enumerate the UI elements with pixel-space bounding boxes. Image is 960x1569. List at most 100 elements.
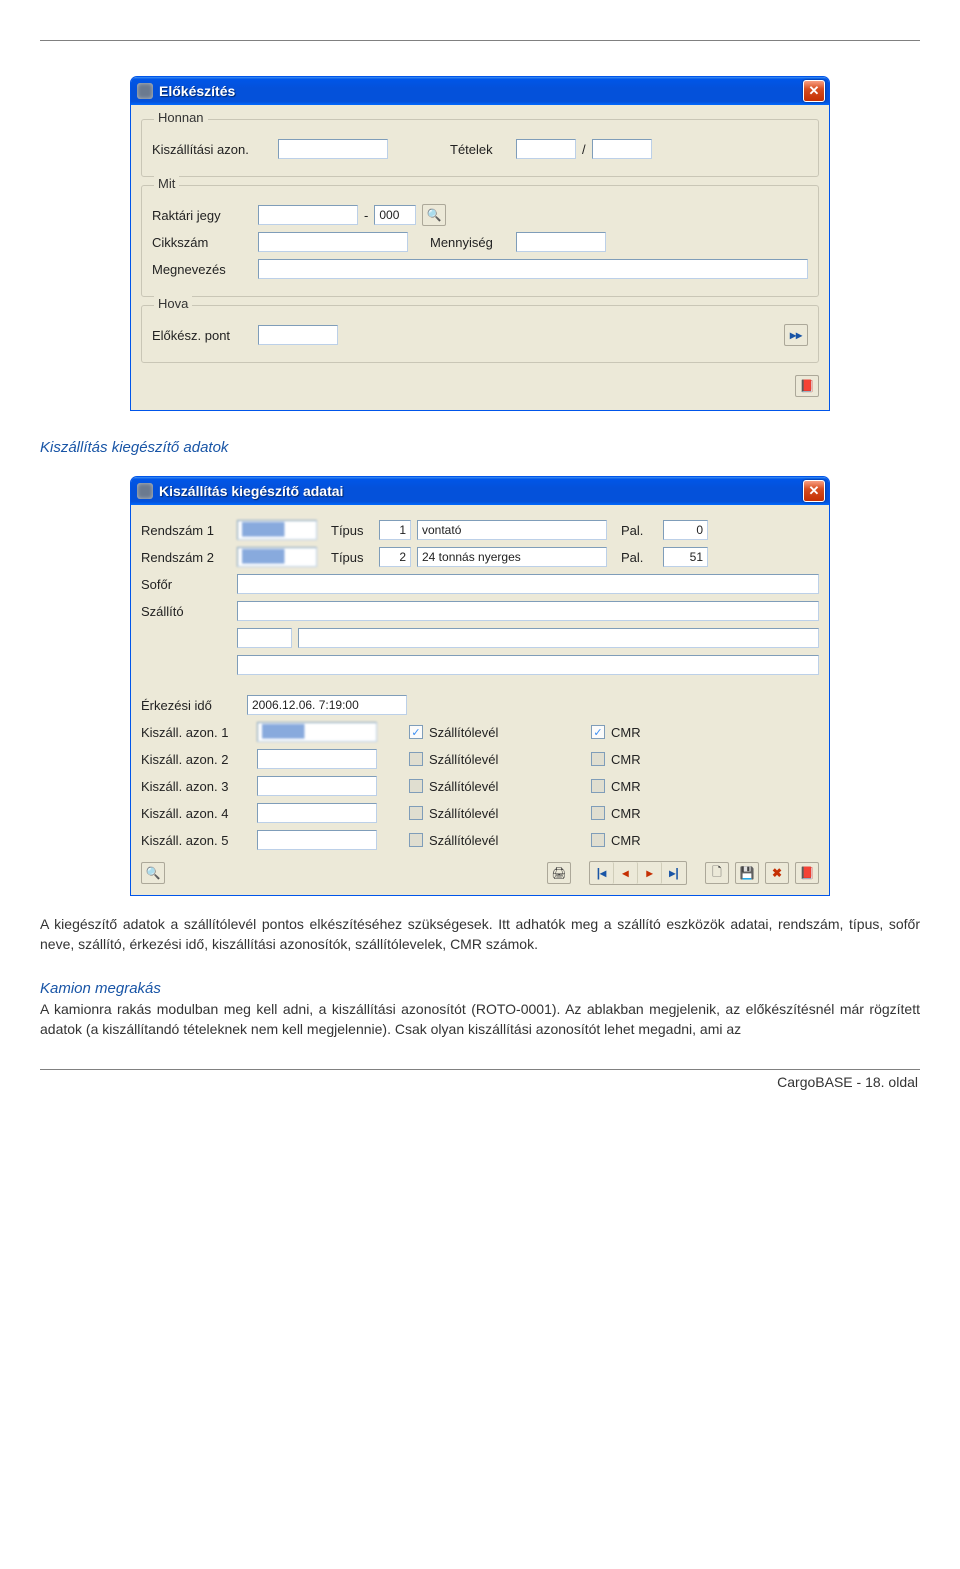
exit-button[interactable]: 📕 [795,375,819,397]
magnifier-icon: 🔍 [146,866,161,880]
tetelek-input-2[interactable] [592,139,652,159]
titlebar-kiegeszito: Kiszállítás kiegészítő adatai ✕ [131,477,829,505]
save-button[interactable]: 💾 [735,862,759,884]
kiszall1-input[interactable]: █████ [257,722,377,742]
sofor-label: Sofőr [141,577,231,592]
nav-next-button[interactable]: ▸ [638,862,662,884]
kiszall3-input[interactable] [257,776,377,796]
cmr4-checkbox[interactable] [591,806,605,820]
szallitolevel3-label: Szállítólevél [429,779,539,794]
cmr2-checkbox[interactable] [591,752,605,766]
szallitolevel1-checkbox[interactable]: ✓ [409,725,423,739]
cikkszam-label: Cikkszám [152,235,252,250]
cmr1-checkbox[interactable]: ✓ [591,725,605,739]
pal1-input[interactable] [663,520,708,540]
tipus2-label: Típus [331,550,373,565]
nav-first-button[interactable]: |◂ [590,862,614,884]
kiszall2-input[interactable] [257,749,377,769]
kiszall-azon-label: Kiszállítási azon. [152,142,272,157]
rendszam2-label: Rendszám 2 [141,550,231,565]
page-footer: CargoBASE - 18. oldal [40,1074,920,1110]
cmr1-label: CMR [611,725,641,740]
erkezesi-input[interactable] [247,695,407,715]
nav-prev-icon: ◂ [622,866,628,880]
szallitolevel5-checkbox[interactable] [409,833,423,847]
hova-group: Hova Előkész. pont ▸▸ [141,305,819,363]
kiszall3-label: Kiszáll. azon. 3 [141,779,251,794]
cmr2-label: CMR [611,752,641,767]
kiszall2-label: Kiszáll. azon. 2 [141,752,251,767]
kiszall4-label: Kiszáll. azon. 4 [141,806,251,821]
cikkszam-input[interactable] [258,232,408,252]
raktari-jegy-label: Raktári jegy [152,208,252,223]
print-button[interactable]: 🖨 [547,862,571,884]
szallito-input-3[interactable] [237,655,819,675]
szallitolevel4-checkbox[interactable] [409,806,423,820]
nav-last-button[interactable]: ▸| [662,862,686,884]
save-icon: 💾 [740,866,755,880]
pal1-label: Pal. [621,523,657,538]
szallito-input-2a[interactable] [237,628,292,648]
kiszall5-input[interactable] [257,830,377,850]
close-button[interactable]: ✕ [803,80,825,102]
raktari-jegy-input-2[interactable] [374,205,416,225]
nav-next-icon: ▸ [646,866,652,880]
forward-button[interactable]: ▸▸ [784,324,808,346]
szallito-input-2b[interactable] [298,628,819,648]
cmr3-label: CMR [611,779,641,794]
exit-icon: 📕 [800,379,815,393]
paragraph-1: A kiegészítő adatok a szállítólevél pont… [40,914,920,955]
raktari-jegy-input-1[interactable] [258,205,358,225]
mennyiseg-input[interactable] [516,232,606,252]
szallitolevel2-checkbox[interactable] [409,752,423,766]
tipus1-num-input[interactable] [379,520,411,540]
kiszall1-label: Kiszáll. azon. 1 [141,725,251,740]
szallitolevel3-checkbox[interactable] [409,779,423,793]
search-button[interactable]: 🔍 [141,862,165,884]
dash-label: - [364,208,368,223]
hova-legend: Hova [154,296,192,311]
kiszall4-input[interactable] [257,803,377,823]
app-icon [137,483,153,499]
close-button[interactable]: ✕ [803,480,825,502]
exit-icon: 📕 [800,866,815,880]
tipus2-name-input[interactable] [417,547,607,567]
paragraph-2: A kamionra rakás modulban meg kell adni,… [40,999,920,1040]
szallito-input-1[interactable] [237,601,819,621]
nav-prev-button[interactable]: ◂ [614,862,638,884]
forward-icon: ▸▸ [790,328,802,342]
exit-button[interactable]: 📕 [795,862,819,884]
rendszam2-input[interactable]: █████ [237,547,317,567]
sofor-input[interactable] [237,574,819,594]
pal2-label: Pal. [621,550,657,565]
megnevezes-input[interactable] [258,259,808,279]
szallitolevel4-label: Szállítólevél [429,806,539,821]
tipus1-name-input[interactable] [417,520,607,540]
printer-icon: 🖨 [551,866,566,880]
tipus2-num-input[interactable] [379,547,411,567]
kiegeszito-window: Kiszállítás kiegészítő adatai ✕ Rendszám… [130,476,830,896]
kiszall-azon-input[interactable] [278,139,388,159]
mennyiseg-label: Mennyiség [430,235,510,250]
rendszam1-input[interactable]: █████ [237,520,317,540]
tipus1-label: Típus [331,523,373,538]
page-top-rule [40,40,920,41]
elokesz-pont-input[interactable] [258,325,338,345]
cmr3-checkbox[interactable] [591,779,605,793]
szallitolevel2-label: Szállítólevél [429,752,539,767]
rendszam1-label: Rendszám 1 [141,523,231,538]
nav-last-icon: ▸| [669,866,678,880]
tetelek-input-1[interactable] [516,139,576,159]
raktari-search-button[interactable]: 🔍 [422,204,446,226]
delete-button[interactable]: ✖ [765,862,789,884]
mit-legend: Mit [154,176,179,191]
szallitolevel5-label: Szállítólevél [429,833,539,848]
new-button[interactable]: 🗋 [705,862,729,884]
szallitolevel1-label: Szállítólevél [429,725,539,740]
elokesz-pont-label: Előkész. pont [152,328,252,343]
szallito-label: Szállító [141,604,231,619]
pal2-input[interactable] [663,547,708,567]
nav-first-icon: |◂ [597,866,606,880]
erkezesi-label: Érkezési idő [141,698,241,713]
cmr5-checkbox[interactable] [591,833,605,847]
